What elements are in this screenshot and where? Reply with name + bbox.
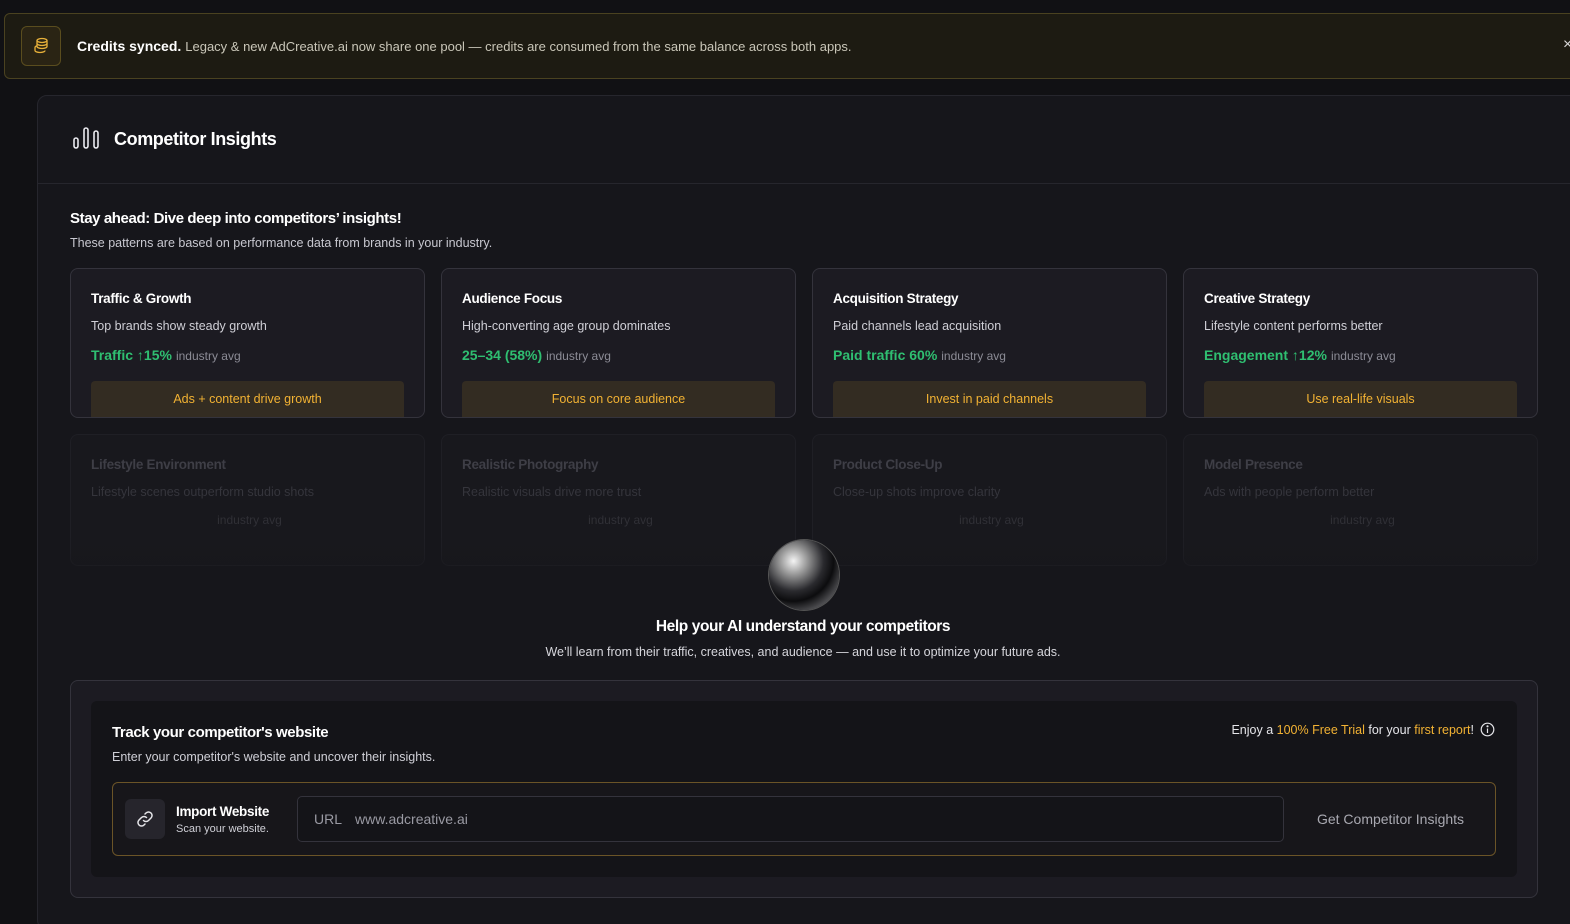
help-title: Help your AI understand your competitors [655, 618, 951, 635]
card-metric: Traffic ↑15% industry avg [91, 347, 404, 363]
coins-icon [21, 26, 61, 66]
bar-chart-icon [72, 125, 100, 154]
insight-card-audience: Audience Focus High-converting age group… [441, 268, 796, 418]
card-title: Realistic Photography [462, 457, 599, 472]
card-title: Audience Focus [462, 291, 563, 306]
get-competitor-insights-button[interactable]: Get Competitor Insights [1303, 796, 1478, 842]
ai-orb-icon [769, 540, 839, 610]
panel-header: Competitor Insights [38, 96, 1570, 184]
url-label: URL [314, 811, 343, 827]
insight-card-traffic: Traffic & Growth Top brands show steady … [70, 268, 425, 418]
card-title: Model Presence [1204, 457, 1303, 472]
page-title: Competitor Insights [114, 129, 277, 149]
info-icon[interactable] [1480, 722, 1495, 737]
card-title: Product Close-Up [833, 457, 943, 472]
card-metric: Engagement ↑12% industry avg [1204, 347, 1517, 363]
metric-avg: industry avg [175, 349, 241, 363]
metric-avg: industry avg [941, 349, 1006, 363]
card-title: Traffic & Growth [91, 291, 192, 306]
import-website-title: Import Website [176, 804, 270, 819]
link-icon[interactable] [125, 799, 165, 839]
free-trial-note: Enjoy a 100% Free Trial for your first r… [1231, 722, 1495, 737]
url-input[interactable] [355, 811, 1283, 827]
card-metric: industry avg [462, 513, 775, 527]
card-desc: Lifestyle content performs better [1204, 319, 1383, 333]
card-action-button[interactable]: Invest in paid channels [833, 381, 1146, 417]
metric-avg: industry avg [1330, 349, 1396, 363]
banner-message: Credits synced. Legacy & new AdCreative.a… [77, 38, 852, 54]
insight-card-acquisition: Acquisition Strategy Paid channels lead … [812, 268, 1167, 418]
close-icon[interactable]: × [1563, 36, 1570, 54]
card-metric: industry avg [91, 513, 404, 527]
card-title: Lifestyle Environment [91, 457, 226, 472]
trial-middle: for your [1368, 722, 1411, 737]
card-title: Acquisition Strategy [833, 291, 959, 306]
card-desc: Lifestyle scenes outperform studio shots [91, 485, 315, 499]
metric-value: Engagement ↑12% [1204, 347, 1327, 363]
metric-avg: industry avg [959, 513, 1024, 527]
card-action-button[interactable]: Focus on core audience [462, 381, 775, 417]
competitor-insights-panel: Competitor Insights Stay ahead: Dive dee… [37, 95, 1570, 924]
track-title: Track your competitor's website [112, 724, 329, 741]
help-subtitle: We’ll learn from their traffic, creative… [545, 645, 1061, 659]
import-website-row: Import Website Scan your website. URL Ge… [112, 782, 1496, 856]
insights-subtitle: These patterns are based on performance … [70, 236, 493, 250]
insight-card-creative: Creative Strategy Lifestyle content perf… [1183, 268, 1538, 418]
track-competitor-section: Track your competitor's website Enter yo… [70, 680, 1538, 898]
banner-body: Legacy & new AdCreative.ai now share one… [185, 39, 852, 54]
trial-prefix: Enjoy a [1231, 722, 1274, 737]
card-desc: Close-up shots improve clarity [833, 485, 1001, 499]
metric-avg: industry avg [217, 513, 282, 527]
card-metric: industry avg [1204, 513, 1517, 527]
card-desc: High-converting age group dominates [462, 319, 671, 333]
metric-avg: industry avg [546, 349, 611, 363]
import-website-subtitle: Scan your website. [176, 823, 269, 835]
card-title: Creative Strategy [1204, 291, 1310, 306]
trial-suffix: ! [1470, 722, 1474, 737]
card-desc: Realistic visuals drive more trust [462, 485, 642, 499]
card-metric: 25–34 (58%) industry avg [462, 347, 775, 363]
card-desc: Top brands show steady growth [91, 319, 267, 333]
credits-banner: Credits synced. Legacy & new AdCreative.a… [4, 13, 1570, 79]
card-metric: industry avg [833, 513, 1146, 527]
card-action-button[interactable]: Ads + content drive growth [91, 381, 404, 417]
card-desc: Paid channels lead acquisition [833, 319, 1002, 333]
url-field[interactable]: URL [297, 796, 1284, 842]
card-action-button[interactable]: Use real-life visuals [1204, 381, 1517, 417]
card-desc: Ads with people perform better [1204, 485, 1375, 499]
metric-avg: industry avg [1330, 513, 1395, 527]
metric-value: Paid traffic 60% [833, 347, 938, 363]
insights-title: Stay ahead: Dive deep into competitors’ … [70, 210, 402, 227]
track-competitor-card: Track your competitor's website Enter yo… [91, 701, 1517, 877]
track-subtitle: Enter your competitor's website and unco… [112, 750, 436, 764]
metric-value: Traffic ↑15% [91, 347, 172, 363]
card-metric: Paid traffic 60% industry avg [833, 347, 1146, 363]
metric-value: 25–34 (58%) [462, 347, 543, 363]
trial-highlight-report: first report [1414, 722, 1471, 737]
metric-avg: industry avg [588, 513, 653, 527]
trial-highlight: 100% Free Trial [1276, 722, 1365, 737]
banner-title: Credits synced. [77, 38, 182, 54]
